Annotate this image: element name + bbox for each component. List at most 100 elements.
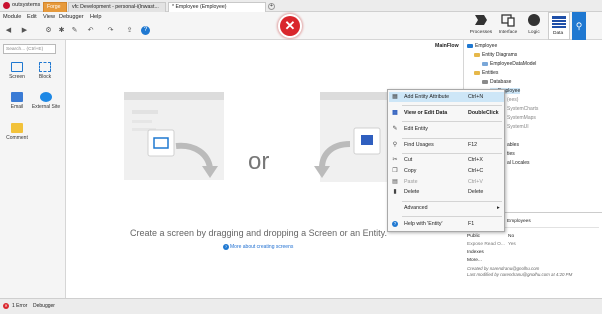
prop-indexes-label[interactable]: Indexes bbox=[467, 250, 484, 255]
menu-item-label: Paste bbox=[404, 179, 418, 185]
tab-employee[interactable]: * Employee (Employee) bbox=[168, 2, 266, 12]
nav-processes-label: Processes bbox=[469, 30, 493, 35]
prop-public-value[interactable]: No bbox=[508, 234, 514, 239]
nav-logic[interactable]: Logic bbox=[520, 13, 548, 35]
tree-partial-1[interactable]: (ees) bbox=[507, 97, 518, 103]
widget-screen[interactable]: Screen bbox=[3, 62, 31, 80]
error-count[interactable]: 1 Error bbox=[12, 303, 27, 309]
context-menu: ▦ Add Entity Attribute Ctrl+N ▦ View or … bbox=[387, 89, 505, 232]
tree-database-label: Database bbox=[490, 79, 512, 85]
debug-icon[interactable]: ✱ bbox=[57, 26, 66, 35]
chevron-right-icon: ▸ bbox=[497, 205, 500, 211]
nav-logic-label: Logic bbox=[528, 30, 540, 35]
add-attribute-icon: ▦ bbox=[392, 94, 398, 100]
screen-icon bbox=[11, 62, 23, 72]
folder-icon bbox=[474, 52, 480, 57]
menu-separator bbox=[402, 121, 502, 122]
menu-item-shortcut: Ctrl+N bbox=[468, 94, 484, 100]
back-icon[interactable]: ◀ bbox=[4, 26, 13, 35]
menu-item-label: Help with 'Entity' bbox=[404, 221, 443, 227]
widget-email[interactable]: Email bbox=[3, 92, 31, 110]
menu-item-label: Delete bbox=[404, 189, 420, 195]
status-bar: ✕ 1 Error Debugger bbox=[0, 298, 602, 314]
debugger-tab[interactable]: Debugger bbox=[33, 303, 55, 309]
logic-icon bbox=[528, 14, 540, 26]
menu-add-entity-attribute[interactable]: ▦ Add Entity Attribute Ctrl+N bbox=[389, 92, 504, 102]
trash-icon: ▮ bbox=[393, 189, 397, 195]
interface-icon bbox=[501, 14, 515, 27]
prop-expose-value[interactable]: Yes bbox=[508, 242, 516, 247]
nav-interface[interactable]: Interface bbox=[494, 13, 522, 35]
widget-external-site[interactable]: External Site bbox=[31, 92, 61, 110]
menu-find-usages[interactable]: ⚲ Find Usages F12 bbox=[389, 140, 504, 150]
tree-entity-diagrams-label: Entity Diagrams bbox=[482, 52, 518, 58]
tree-partial-4[interactable]: SystemUI bbox=[507, 124, 529, 130]
undo-icon[interactable]: ↶ bbox=[86, 26, 95, 35]
tree-database[interactable]: Database bbox=[482, 79, 511, 85]
search-icon: ⚲ bbox=[575, 21, 583, 31]
tree-partial-2[interactable]: SystemCharts bbox=[507, 106, 538, 112]
menu-view-or-edit-data[interactable]: ▦ View or Edit Data DoubleClick bbox=[389, 108, 504, 118]
more-about-screens-link[interactable]: More about creating screens bbox=[230, 244, 293, 250]
menu-delete[interactable]: ▮ Delete Delete bbox=[389, 187, 504, 197]
prop-title-value[interactable]: Employees bbox=[507, 219, 531, 224]
tree-partial-5[interactable]: ables bbox=[507, 142, 519, 148]
menu-module[interactable]: Module bbox=[3, 14, 21, 20]
widget-screen-label: Screen bbox=[9, 74, 25, 80]
tab-development[interactable]: vfc Development - personal-i(lnwast... bbox=[68, 2, 166, 12]
menu-separator bbox=[402, 153, 502, 154]
gear-icon[interactable]: ⚙ bbox=[44, 26, 53, 35]
help-icon[interactable]: ? bbox=[141, 26, 150, 35]
nav-data[interactable]: Data bbox=[548, 12, 570, 40]
menu-item-label: View or Edit Data bbox=[404, 110, 448, 116]
menu-item-label: Find Usages bbox=[404, 142, 434, 148]
forward-icon[interactable]: ▶ bbox=[20, 26, 29, 35]
error-icon: ✕ bbox=[3, 303, 9, 309]
prop-more-label[interactable]: More... bbox=[467, 258, 482, 263]
menu-help-entity[interactable]: ? Help with 'Entity' F1 bbox=[389, 219, 504, 229]
tab-forge[interactable]: Forge bbox=[43, 2, 67, 12]
menu-copy[interactable]: ❐ Copy Ctrl+C bbox=[389, 166, 504, 176]
redo-icon[interactable]: ↷ bbox=[106, 26, 115, 35]
tree-partial-3[interactable]: SystemMaps bbox=[507, 115, 536, 121]
widget-email-label: Email bbox=[10, 104, 24, 110]
info-icon: ? bbox=[223, 244, 229, 250]
tree-entities-label: Entities bbox=[482, 70, 499, 76]
tree-entities[interactable]: Entities bbox=[474, 70, 498, 76]
global-search-button[interactable]: ⚲ bbox=[572, 12, 586, 40]
menu-advanced[interactable]: Advanced ▸ bbox=[389, 203, 504, 213]
nav-processes[interactable]: Processes bbox=[467, 13, 495, 35]
menu-debugger[interactable]: Debugger bbox=[59, 14, 84, 20]
app-name: outsystems bbox=[12, 2, 41, 8]
or-separator: or bbox=[248, 148, 270, 175]
widget-comment[interactable]: Comment bbox=[3, 123, 31, 141]
error-close-button[interactable]: ✕ bbox=[280, 16, 300, 36]
block-icon bbox=[39, 62, 51, 72]
email-icon bbox=[11, 92, 23, 102]
tree-diagram-label: EmployeeDataModel bbox=[490, 61, 537, 67]
toolbox-search-input[interactable]: Search... (Ctrl+E) bbox=[3, 44, 56, 54]
menu-cut[interactable]: ✂ Cut Ctrl+X bbox=[389, 155, 504, 165]
database-icon bbox=[482, 79, 488, 84]
tree-diagram[interactable]: EmployeeDataModel bbox=[482, 61, 536, 67]
menu-paste[interactable]: ▤ Paste Ctrl+V bbox=[389, 177, 504, 187]
widget-external-site-label: External Site bbox=[31, 104, 61, 110]
canvas-instruction: Create a screen by dragging and dropping… bbox=[130, 228, 387, 238]
widget-block[interactable]: Block bbox=[31, 62, 59, 80]
data-icon bbox=[552, 16, 566, 28]
tool-icon[interactable]: ✎ bbox=[70, 26, 79, 35]
tree-partial-6[interactable]: ties bbox=[507, 151, 515, 157]
menu-item-shortcut: DoubleClick bbox=[468, 110, 499, 116]
tree-partial-7[interactable]: al Locales bbox=[507, 160, 530, 166]
tree-entity-diagrams[interactable]: Entity Diagrams bbox=[474, 52, 517, 58]
menu-edit-entity[interactable]: ✎ Edit Entity bbox=[389, 124, 504, 134]
menu-help[interactable]: Help bbox=[90, 14, 102, 20]
add-tab-button[interactable]: + bbox=[268, 3, 275, 10]
panel-toggle[interactable] bbox=[589, 16, 599, 36]
widget-comment-label: Comment bbox=[6, 135, 28, 141]
menu-edit[interactable]: Edit bbox=[27, 14, 37, 20]
tree-root[interactable]: Employee bbox=[467, 43, 497, 49]
publish-icon[interactable]: ⇪ bbox=[125, 26, 134, 35]
menu-view[interactable]: View bbox=[43, 14, 55, 20]
pencil-icon: ✎ bbox=[392, 126, 398, 132]
